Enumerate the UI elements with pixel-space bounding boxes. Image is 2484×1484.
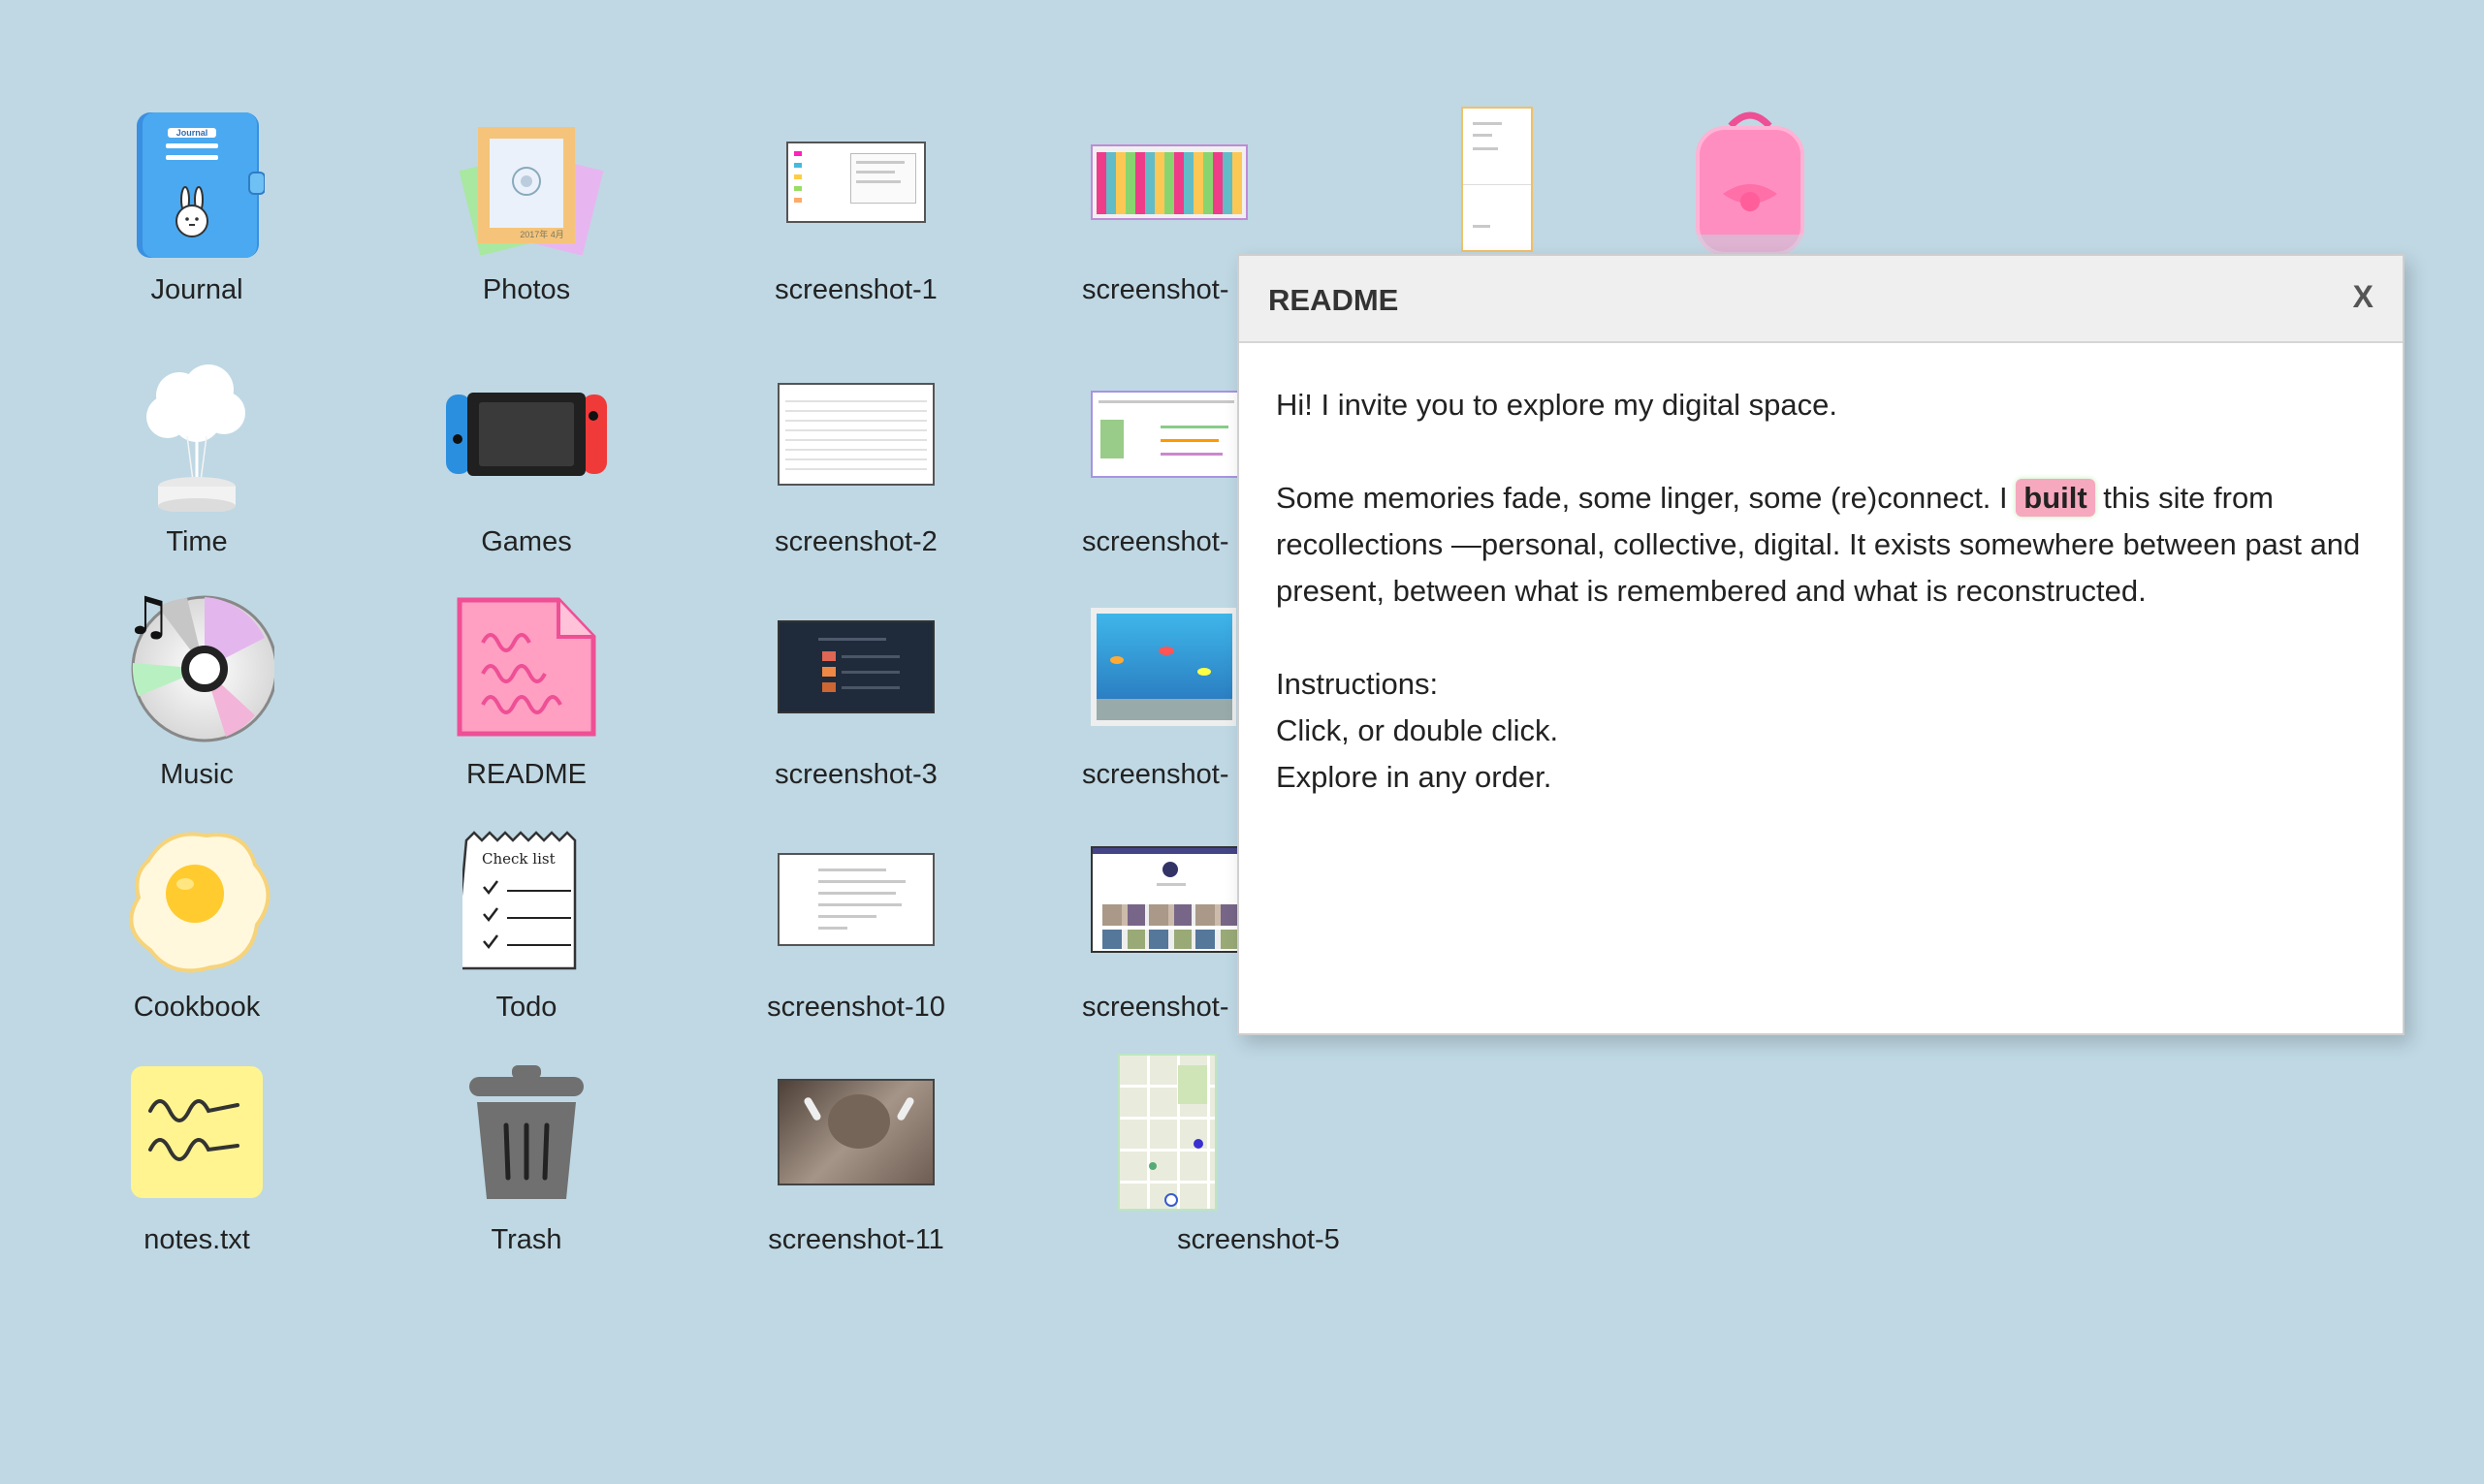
screenshot-2-desktop-icon[interactable]: screenshot-2 xyxy=(711,354,1002,586)
document-partial-thumbnail xyxy=(1461,107,1533,252)
photos-label: Photos xyxy=(482,274,571,305)
todo-label: Todo xyxy=(495,992,557,1023)
time-label: Time xyxy=(166,526,228,557)
built-highlight: built xyxy=(2016,479,2095,517)
readme-desktop-icon[interactable]: README xyxy=(381,586,672,819)
photos-icon: 2017年 4月 xyxy=(459,126,604,255)
screenshot-1-label: screenshot-1 xyxy=(775,274,938,305)
sticky-note-icon xyxy=(131,1065,263,1198)
intro-paragraph: Hi! I invite you to explore my digital s… xyxy=(1276,388,1837,422)
instruction-item: Click, or double click. xyxy=(1276,713,1559,747)
screenshot-10-desktop-icon[interactable]: screenshot-10 xyxy=(711,819,1002,1052)
cookbook-desktop-icon[interactable]: Cookbook xyxy=(51,819,342,1052)
close-button[interactable]: X xyxy=(2347,279,2379,315)
time-desktop-icon[interactable]: Time xyxy=(51,354,342,586)
screenshot-11-desktop-icon[interactable]: screenshot-11 xyxy=(711,1052,1002,1284)
trash-desktop-icon[interactable]: Trash xyxy=(381,1052,672,1284)
svg-text:2017年 4月: 2017年 4月 xyxy=(520,229,564,239)
checklist-icon: Check list xyxy=(462,830,577,969)
desktop: Journal Journal 2017年 4月 Photos screensh… xyxy=(0,0,2484,1484)
games-desktop-icon[interactable]: Games xyxy=(381,354,672,586)
screenshot-11-thumbnail xyxy=(778,1078,935,1185)
cookbook-label: Cookbook xyxy=(133,992,261,1023)
readme-window-title: README xyxy=(1268,283,1399,317)
backpack-icon xyxy=(1694,111,1806,254)
journal-desktop-icon[interactable]: Journal Journal xyxy=(51,102,342,334)
screenshot-5-thumbnail xyxy=(1118,1053,1217,1211)
screenshot-3-label: screenshot-3 xyxy=(775,759,938,790)
music-desktop-icon[interactable]: ♫ Music xyxy=(51,586,342,819)
svg-text:Check list: Check list xyxy=(482,850,556,868)
description-text-start: Some memories fade, some linger, some (r… xyxy=(1276,481,2017,515)
readme-window-titlebar[interactable]: README X xyxy=(1239,256,2403,343)
screenshot-3-thumbnail xyxy=(778,619,935,713)
screenshot-top-partial-thumbnail xyxy=(1091,143,1248,220)
photos-desktop-icon[interactable]: 2017年 4月 Photos xyxy=(381,102,672,334)
svg-text:Journal: Journal xyxy=(176,128,208,138)
screenshot-aquarium-partial-thumbnail xyxy=(1091,607,1236,726)
cloud-lamp-icon xyxy=(146,363,245,512)
instructions-heading: Instructions: xyxy=(1276,667,1439,701)
screenshot-10-thumbnail xyxy=(778,852,935,946)
screenshot-5-desktop-icon[interactable]: screenshot-5 xyxy=(1021,1052,1340,1284)
readme-document-icon xyxy=(457,597,596,736)
todo-desktop-icon[interactable]: Check list Todo xyxy=(381,819,672,1052)
svg-text:♫: ♫ xyxy=(125,589,172,647)
games-label: Games xyxy=(481,526,572,557)
journal-label: Journal xyxy=(150,274,243,305)
screenshot-3-desktop-icon[interactable]: screenshot-3 xyxy=(711,586,1002,819)
readme-window[interactable]: README X Hi! I invite you to explore my … xyxy=(1237,254,2404,1035)
screenshot-11-label: screenshot-11 xyxy=(768,1224,944,1255)
notes-desktop-icon[interactable]: notes.txt xyxy=(51,1052,342,1284)
screenshot-2-thumbnail xyxy=(778,382,935,486)
journal-icon: Journal xyxy=(137,111,265,258)
trash-icon xyxy=(469,1064,584,1199)
readme-label: README xyxy=(465,759,588,790)
trash-label: Trash xyxy=(491,1224,562,1255)
readme-window-content: Hi! I invite you to explore my digital s… xyxy=(1239,343,2403,839)
game-console-icon xyxy=(446,392,607,476)
fried-egg-icon xyxy=(129,832,271,972)
description-paragraph: Some memories fade, some linger, some (r… xyxy=(1276,475,2366,615)
screenshot-10-label: screenshot-10 xyxy=(767,992,945,1023)
screenshot-gallery-partial-thumbnail xyxy=(1091,845,1248,953)
music-label: Music xyxy=(160,759,234,790)
music-disc-icon: ♫ xyxy=(125,589,274,742)
screenshot-1-desktop-icon[interactable]: screenshot-1 xyxy=(711,102,1002,334)
notes-label: notes.txt xyxy=(143,1224,250,1255)
screenshot-1-thumbnail xyxy=(786,141,926,223)
screenshot-2-label: screenshot-2 xyxy=(775,526,938,557)
screenshot-profile-partial-thumbnail xyxy=(1091,390,1248,478)
screenshot-5-label: screenshot-5 xyxy=(1177,1224,1340,1255)
instruction-item: Explore in any order. xyxy=(1276,760,1552,794)
